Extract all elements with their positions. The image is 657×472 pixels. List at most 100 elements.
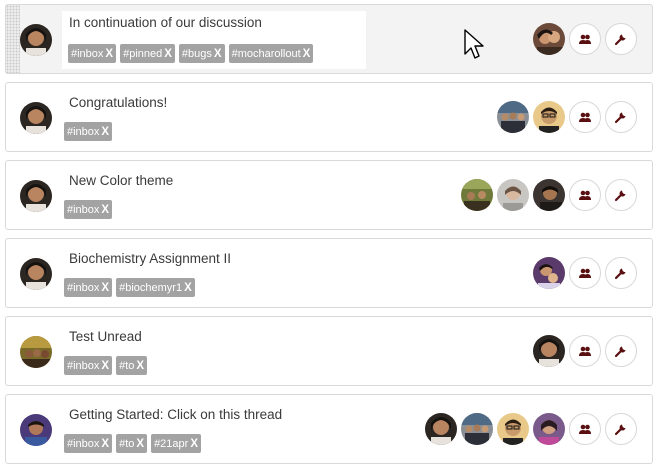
members-button[interactable] bbox=[569, 335, 601, 367]
remove-tag-icon[interactable]: X bbox=[184, 282, 192, 294]
wrench-icon bbox=[614, 34, 626, 46]
remove-tag-icon[interactable]: X bbox=[101, 282, 109, 294]
settings-button[interactable] bbox=[605, 179, 637, 211]
participant-avatar[interactable] bbox=[533, 23, 565, 55]
settings-button[interactable] bbox=[605, 257, 637, 289]
thread-title[interactable]: New Color theme bbox=[64, 168, 173, 192]
tag-label: #inbox bbox=[67, 203, 100, 216]
thread-row[interactable]: Congratulations! #inbox X bbox=[5, 82, 653, 152]
remove-tag-icon[interactable]: X bbox=[303, 48, 311, 60]
members-button[interactable] bbox=[569, 257, 601, 289]
tag-chip: #pinned X bbox=[120, 44, 175, 63]
tag-label: #21apr bbox=[154, 437, 189, 450]
tag-label: #to bbox=[119, 359, 135, 372]
participant-avatar[interactable] bbox=[533, 179, 565, 211]
tag-label: #inbox bbox=[71, 47, 104, 60]
wrench-icon bbox=[614, 190, 626, 202]
tag-label: #to bbox=[119, 437, 135, 450]
wrench-icon bbox=[614, 424, 626, 436]
members-button[interactable] bbox=[569, 23, 601, 55]
drag-handle[interactable] bbox=[6, 5, 20, 73]
thread-title[interactable]: Biochemistry Assignment II bbox=[64, 246, 231, 270]
sender-avatar bbox=[20, 180, 52, 212]
remove-tag-icon[interactable]: X bbox=[101, 204, 109, 216]
thread-content: Congratulations! #inbox X bbox=[64, 90, 167, 141]
thread-actions bbox=[461, 179, 637, 211]
thread-row[interactable]: Getting Started: Click on this thread #i… bbox=[5, 394, 653, 464]
thread-actions bbox=[533, 335, 637, 367]
settings-button[interactable] bbox=[605, 335, 637, 367]
thread-content: Getting Started: Click on this thread #i… bbox=[64, 402, 282, 453]
thread-content: Biochemistry Assignment II #inbox X #bioc… bbox=[64, 246, 231, 297]
thread-content: New Color theme #inbox X bbox=[64, 168, 173, 219]
tag-list: #inbox X #pinned X #bugs X #mocharollout X bbox=[68, 44, 366, 63]
sender-avatar bbox=[20, 336, 52, 368]
wrench-icon bbox=[614, 268, 626, 280]
remove-tag-icon[interactable]: X bbox=[101, 360, 109, 372]
members-button[interactable] bbox=[569, 101, 601, 133]
tag-label: #inbox bbox=[67, 281, 100, 294]
members-button[interactable] bbox=[569, 413, 601, 445]
remove-tag-icon[interactable]: X bbox=[164, 48, 172, 60]
participant-avatar[interactable] bbox=[461, 179, 493, 211]
remove-tag-icon[interactable]: X bbox=[136, 360, 144, 372]
thread-row[interactable]: In continuation of our discussion #inbox… bbox=[5, 4, 653, 74]
thread-title[interactable]: Test Unread bbox=[64, 324, 147, 348]
participant-avatar[interactable] bbox=[497, 179, 529, 211]
remove-tag-icon[interactable]: X bbox=[190, 438, 198, 450]
remove-tag-icon[interactable]: X bbox=[136, 438, 144, 450]
settings-button[interactable] bbox=[605, 413, 637, 445]
tag-label: #pinned bbox=[123, 47, 163, 60]
thread-list: In continuation of our discussion #inbox… bbox=[0, 0, 657, 472]
tag-chip: #21apr X bbox=[151, 434, 201, 453]
thread-row[interactable]: Biochemistry Assignment II #inbox X #bioc… bbox=[5, 238, 653, 308]
tag-chip: #to X bbox=[116, 434, 148, 453]
tag-label: #inbox bbox=[67, 125, 100, 138]
participant-avatar[interactable] bbox=[533, 413, 565, 445]
participant-avatar[interactable] bbox=[461, 413, 493, 445]
members-button[interactable] bbox=[569, 179, 601, 211]
people-icon bbox=[579, 112, 591, 122]
thread-row[interactable]: New Color theme #inbox X bbox=[5, 160, 653, 230]
remove-tag-icon[interactable]: X bbox=[101, 438, 109, 450]
thread-content: In continuation of our discussion #inbox… bbox=[62, 11, 366, 69]
thread-actions bbox=[425, 413, 637, 445]
participant-avatar[interactable] bbox=[497, 413, 529, 445]
people-icon bbox=[579, 190, 591, 200]
settings-button[interactable] bbox=[605, 101, 637, 133]
thread-actions bbox=[533, 257, 637, 289]
thread-title[interactable]: Getting Started: Click on this thread bbox=[64, 402, 282, 426]
tag-label: #bugs bbox=[181, 47, 212, 60]
people-icon bbox=[579, 34, 591, 44]
tag-chip: #mocharollout X bbox=[228, 44, 314, 63]
sender-avatar bbox=[20, 414, 52, 446]
tag-label: #biochemyr1 bbox=[119, 281, 183, 294]
sender-avatar bbox=[20, 258, 52, 290]
participant-avatar[interactable] bbox=[533, 101, 565, 133]
people-icon bbox=[579, 424, 591, 434]
participant-avatar[interactable] bbox=[533, 335, 565, 367]
tag-chip: #inbox X bbox=[64, 278, 113, 297]
participant-avatar[interactable] bbox=[425, 413, 457, 445]
tag-chip: #inbox X bbox=[64, 434, 113, 453]
thread-title[interactable]: Congratulations! bbox=[64, 90, 167, 114]
wrench-icon bbox=[614, 346, 626, 358]
participant-avatar[interactable] bbox=[497, 101, 529, 133]
thread-content: Test Unread #inbox X #to X bbox=[64, 324, 148, 375]
tag-label: #inbox bbox=[67, 359, 100, 372]
remove-tag-icon[interactable]: X bbox=[214, 48, 222, 60]
people-icon bbox=[579, 268, 591, 278]
tag-list: #inbox X #to X #21apr X bbox=[64, 434, 282, 453]
tag-chip: #inbox X bbox=[64, 122, 113, 141]
remove-tag-icon[interactable]: X bbox=[105, 48, 113, 60]
tag-list: #inbox X #biochemyr1 X bbox=[64, 278, 231, 297]
thread-row[interactable]: Test Unread #inbox X #to X bbox=[5, 316, 653, 386]
tag-chip: #inbox X bbox=[64, 200, 113, 219]
tag-chip: #inbox X bbox=[64, 356, 113, 375]
thread-title[interactable]: In continuation of our discussion bbox=[68, 15, 366, 35]
participant-avatar[interactable] bbox=[533, 257, 565, 289]
tag-list: #inbox X bbox=[64, 122, 167, 141]
remove-tag-icon[interactable]: X bbox=[101, 126, 109, 138]
tag-chip: #to X bbox=[116, 356, 148, 375]
settings-button[interactable] bbox=[605, 23, 637, 55]
